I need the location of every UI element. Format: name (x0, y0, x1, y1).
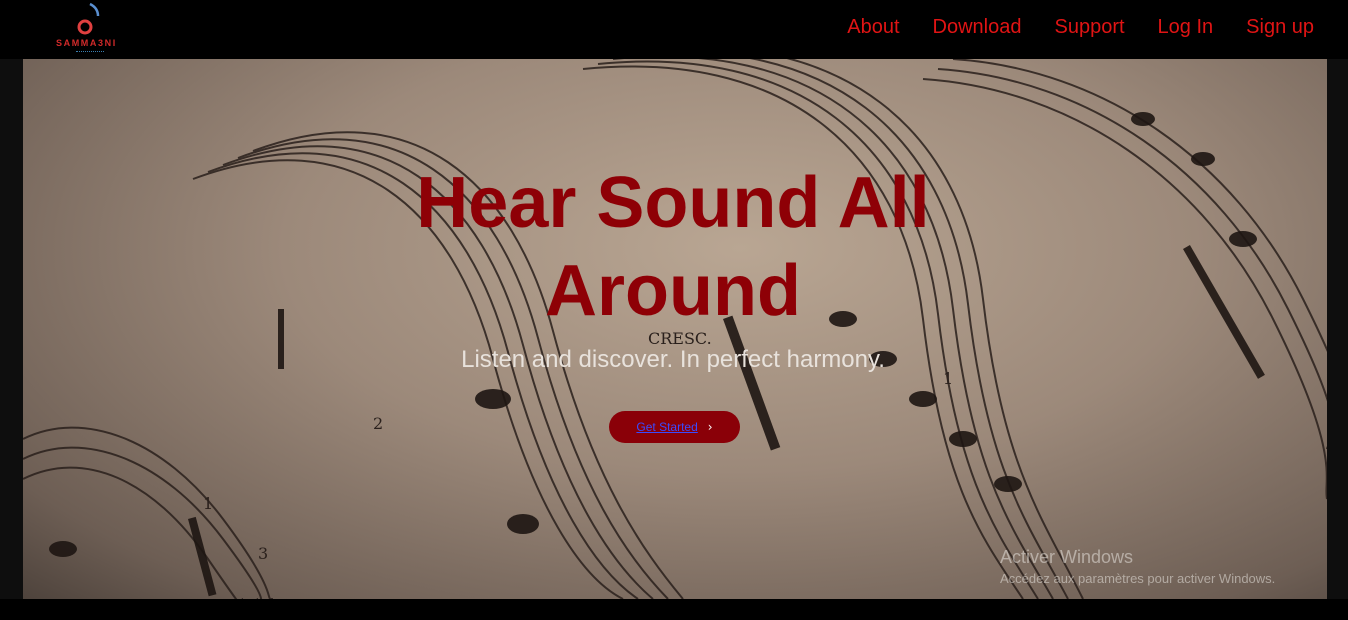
get-started-button[interactable]: Get Started › (609, 411, 740, 443)
nav-download[interactable]: Download (933, 16, 1022, 39)
top-navbar: SAMMA3NI About Download Support Log In S… (0, 0, 1348, 59)
music-note-icon (77, 2, 100, 35)
hero-subtitle: Listen and discover. In perfect harmony. (461, 346, 885, 373)
watermark-title: Activer Windows (1000, 547, 1134, 567)
nav-about[interactable]: About (847, 16, 899, 39)
nav-signup[interactable]: Sign up (1246, 16, 1314, 39)
svg-text:1: 1 (203, 494, 213, 513)
nav-links: About Download Support Log In Sign up (847, 16, 1314, 39)
windows-activation-watermark: Activer Windows Accédez aux paramètres p… (1000, 547, 1275, 586)
hero-title: Hear Sound All Around (416, 163, 930, 331)
brand-underline (76, 51, 104, 55)
bottom-bar (0, 599, 1348, 620)
nav-support[interactable]: Support (1054, 16, 1124, 39)
svg-text:2: 2 (373, 414, 383, 433)
nav-login[interactable]: Log In (1158, 16, 1214, 39)
get-started-label: Get Started (636, 420, 698, 434)
hero-section: 1 3 2 1 CRESC. Hear Sound All Around Lis… (23, 59, 1327, 599)
svg-text:3: 3 (258, 544, 268, 563)
brand-logo[interactable]: SAMMA3NI (52, 0, 132, 59)
chevron-right-icon: › (707, 420, 713, 434)
watermark-subtitle: Accédez aux paramètres pour activer Wind… (1000, 571, 1276, 586)
brand-name: SAMMA3NI (56, 38, 117, 48)
